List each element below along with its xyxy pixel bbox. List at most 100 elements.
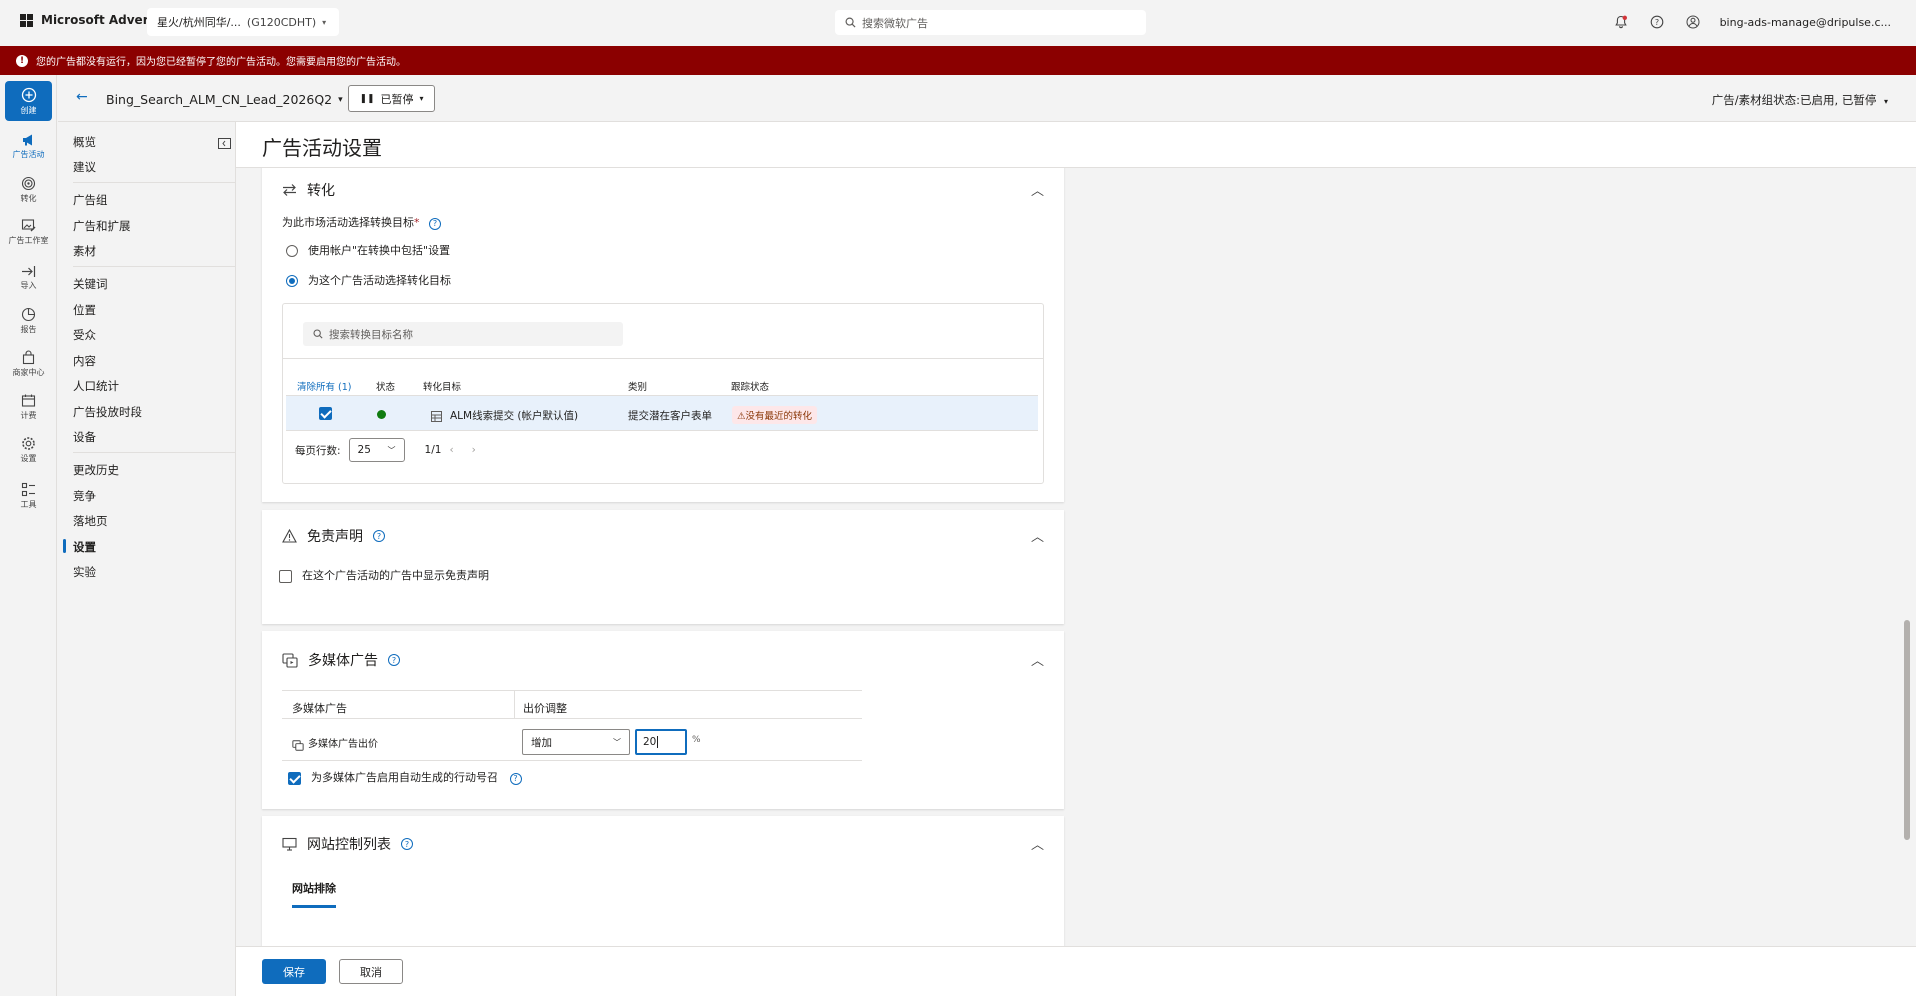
global-search[interactable]: 搜索微软广告 (835, 10, 1146, 35)
site-control-card-header[interactable]: 网站控制列表 ? (282, 834, 413, 854)
nav-item-change-history[interactable]: 更改历史 (73, 462, 119, 478)
disclaimer-card: 免责声明 ? ︿ 在这个广告活动的广告中显示免责声明 (262, 510, 1064, 624)
rail-label: 报告 (20, 325, 37, 334)
rail-item-settings[interactable]: 设置 (0, 431, 57, 469)
rail-item-import[interactable]: 导入 (0, 259, 57, 297)
rail-item-tools[interactable]: 工具 (0, 477, 57, 515)
microsoft-logo-icon (20, 13, 33, 27)
conversion-question-text: 为此市场活动选择转换目标 (282, 216, 414, 229)
rail-item-billing[interactable]: 计费 (0, 388, 57, 426)
campaign-header: ← Bing_Search_ALM_CN_Lead_2026Q2 ▾ ❚❚ 已暂… (58, 75, 1916, 122)
cancel-button[interactable]: 取消 (339, 959, 403, 984)
asset-group-status[interactable]: 广告/素材组状态:已启用, 已暂停 ▾ (1712, 92, 1888, 108)
account-switcher[interactable]: 星火/杭州同华/... (G120CDHT) ▾ (147, 8, 339, 36)
collapse-panel-icon[interactable] (218, 134, 231, 153)
nav-item-experiments[interactable]: 实验 (73, 564, 96, 580)
nav-item-audiences[interactable]: 受众 (73, 327, 96, 343)
help-icon[interactable]: ? (388, 654, 400, 666)
nav-item-landing-pages[interactable]: 落地页 (73, 513, 108, 529)
rail-item-conversions[interactable]: 转化 (0, 171, 57, 209)
nav-item-ad-groups[interactable]: 广告组 (73, 192, 108, 208)
chevron-down-icon: ﹀ (387, 445, 396, 455)
rail-label: 广告工作室 (8, 236, 49, 245)
nav-item-assets[interactable]: 素材 (73, 243, 96, 259)
help-icon[interactable]: ? (373, 530, 385, 542)
tab-site-exclusion[interactable]: 网站排除 (292, 880, 336, 908)
checkbox[interactable] (279, 569, 292, 583)
help-icon[interactable]: ? (1648, 13, 1666, 31)
radio-button[interactable] (286, 245, 298, 257)
help-icon[interactable]: ? (401, 838, 413, 850)
status-active-dot (377, 410, 386, 419)
rail-item-ad-studio[interactable]: 广告工作室 (0, 213, 57, 251)
conversion-goal-search[interactable]: 搜索转换目标名称 (303, 322, 623, 346)
bid-percentage-value: 20 (643, 736, 657, 748)
nav-item-locations[interactable]: 位置 (73, 302, 96, 318)
settings-content: 转化 ︿ 为此市场活动选择转换目标* ? 使用帐户"在转换中包括"设置 为这个广… (236, 168, 1916, 946)
pagination: 每页行数: 25 ﹀ 1/1 ‹ › (295, 438, 476, 462)
chevron-up-icon[interactable]: ︿ (1031, 180, 1044, 199)
rail-item-merchant-center[interactable]: 商家中心 (0, 345, 57, 383)
campaign-selector[interactable]: Bing_Search_ALM_CN_Lead_2026Q2 ▾ (106, 92, 343, 107)
import-arrow-icon (22, 266, 36, 277)
help-icon[interactable]: ? (509, 772, 522, 785)
nav-item-competition[interactable]: 竞争 (73, 488, 96, 504)
prev-page-icon[interactable]: ‹ (449, 444, 453, 456)
nav-item-keywords[interactable]: 关键词 (73, 276, 108, 292)
chevron-up-icon[interactable]: ︿ (1031, 650, 1044, 669)
swap-arrows-icon (283, 184, 296, 196)
disclaimer-checkbox[interactable]: 在这个广告活动的广告中显示免责声明 (279, 567, 489, 583)
user-email[interactable]: bing-ads-manage@dripulse.c... (1720, 16, 1891, 29)
auto-cta-checkbox[interactable]: 为多媒体广告启用自动生成的行动号召 ? (288, 769, 522, 785)
site-control-card: 网站控制列表 ? ︿ 网站排除 (262, 816, 1064, 946)
left-rail: 创建 广告活动 转化 广告工作室 导入 报告 商家中心 计费 设置 工具 (0, 75, 57, 996)
nav-item-ads-extensions[interactable]: 广告和扩展 (73, 218, 131, 234)
action-footer: 保存 取消 (236, 946, 1916, 996)
campaign-status-button[interactable]: ❚❚ 已暂停 ▾ (348, 85, 435, 112)
radio-account-setting[interactable]: 使用帐户"在转换中包括"设置 (286, 242, 450, 258)
scrollbar[interactable] (1904, 620, 1910, 840)
nav-item-content[interactable]: 内容 (73, 353, 96, 369)
back-arrow-icon[interactable]: ← (76, 89, 88, 105)
bid-mode-select[interactable]: 增加 ﹀ (522, 729, 630, 755)
bid-percentage-input[interactable]: 20 (635, 729, 687, 755)
create-button[interactable]: 创建 (5, 81, 52, 121)
radio-label: 使用帐户"在转换中包括"设置 (308, 244, 451, 257)
nav-item-demographics[interactable]: 人口统计 (73, 378, 119, 394)
col-header-tracking: 跟踪状态 (731, 382, 770, 393)
table-row[interactable]: ALM线索提交 (帐户默认值) 提交潜在客户表单 ⚠没有最近的转化 (286, 395, 1038, 431)
rows-per-page-select[interactable]: 25 ﹀ (348, 438, 405, 462)
global-search-placeholder: 搜索微软广告 (862, 16, 928, 30)
col-header-status: 状态 (376, 382, 396, 393)
conversion-card-header[interactable]: 转化 (282, 180, 335, 200)
chevron-up-icon[interactable]: ︿ (1031, 526, 1044, 545)
notification-bell-icon[interactable] (1612, 13, 1630, 31)
nav-item-settings[interactable]: 设置 (73, 539, 96, 555)
nav-item-ad-schedule[interactable]: 广告投放时段 (73, 404, 142, 420)
nav-item-recommendations[interactable]: 建议 (73, 159, 96, 175)
multimedia-card-header[interactable]: 多媒体广告 ? (282, 650, 400, 670)
row-goal-name[interactable]: ALM线索提交 (帐户默认值) (450, 408, 578, 423)
clear-all-link[interactable]: 清除所有 (1) (297, 379, 351, 393)
checkbox-checked[interactable] (288, 771, 301, 785)
help-icon[interactable]: ? (429, 217, 441, 230)
target-icon (21, 176, 36, 191)
radio-campaign-goals[interactable]: 为这个广告活动选择转化目标 (286, 272, 451, 288)
chevron-up-icon[interactable]: ︿ (1031, 834, 1044, 853)
row-checkbox[interactable] (319, 407, 332, 420)
chevron-down-icon: ﹀ (613, 737, 621, 747)
rail-item-reports[interactable]: 报告 (0, 302, 57, 340)
user-avatar-icon[interactable] (1684, 13, 1702, 31)
svg-text:?: ? (1654, 18, 1658, 27)
next-page-icon[interactable]: › (472, 444, 476, 456)
col-header-bid-adjustment: 出价调整 (523, 702, 567, 715)
campaign-status-label: 已暂停 (380, 92, 414, 106)
disclaimer-card-header[interactable]: 免责声明 ? (282, 526, 385, 546)
radio-button-selected[interactable] (286, 275, 298, 287)
nav-item-devices[interactable]: 设备 (73, 429, 96, 445)
multimedia-card-title: 多媒体广告 (308, 653, 378, 669)
nav-item-overview[interactable]: 概览 (73, 134, 96, 150)
nav-active-indicator (63, 539, 66, 553)
rail-item-campaigns[interactable]: 广告活动 (0, 127, 57, 165)
save-button[interactable]: 保存 (262, 959, 326, 984)
